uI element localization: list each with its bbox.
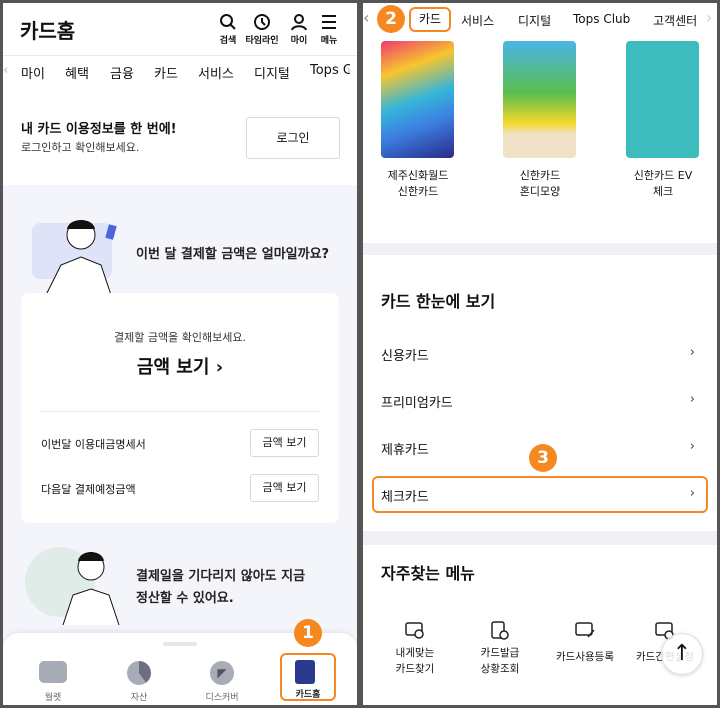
card-image-hondi[interactable] (503, 41, 576, 158)
clock-icon (254, 14, 270, 30)
scroll-left-icon[interactable]: ‹ (363, 8, 369, 27)
left-screen: 카드홈 검색 타임라인 마이 메뉴 ‹ 마이 혜택 금융 카드 서비스 디지털 … (3, 3, 357, 705)
divider (3, 55, 357, 56)
nav-discover[interactable]: 디스커버 (192, 690, 252, 703)
compass-icon: ◤ (210, 661, 234, 685)
card-search-icon (405, 622, 424, 639)
scroll-top-button[interactable]: ↑ (661, 633, 703, 675)
right-screen: ‹ 2 카드 서비스 디지털 Tops Club 고객센터 › 제주신화월드 신한… (363, 3, 717, 705)
menu-icon (322, 15, 336, 29)
statement-amount-button[interactable]: 금액 보기 (250, 429, 319, 457)
login-title: 내 카드 이용정보를 한 번에! (21, 122, 177, 137)
scroll-right-icon[interactable]: › (346, 63, 351, 78)
list-item-check[interactable]: 체크카드 › (381, 486, 699, 505)
scroll-right-icon[interactable]: › (706, 8, 712, 27)
drag-handle[interactable] (163, 642, 197, 646)
timeline-button[interactable]: 타임라인 (242, 13, 282, 46)
step-badge: 1 (294, 619, 322, 647)
settle-text: 결제일을 기다리지 않아도 지금 정산할 수 있어요. (136, 569, 306, 606)
tab-card[interactable]: 카드 (154, 63, 178, 82)
frequent-title: 자주찾는 메뉴 (381, 564, 475, 583)
search-icon (220, 14, 236, 30)
document-search-icon (491, 621, 509, 640)
nav-assets[interactable]: 자산 (109, 690, 169, 703)
card-label[interactable]: 제주신화월드 신한카드 (363, 168, 473, 200)
person-illustration (62, 552, 120, 625)
chevron-right-icon: › (689, 345, 695, 360)
payment-question: 이번 달 결제할 금액은 얼마일까요? (136, 247, 330, 262)
pie-chart-icon (127, 661, 151, 685)
menu-issue-status[interactable]: 카드발급 상황조회 (460, 621, 540, 677)
payment-card: 결제할 금액을 확인해보세요. 금액 보기 › 이번달 이용대금명세서 금액 보… (21, 293, 339, 523)
section-divider (363, 531, 717, 545)
tab-benefit[interactable]: 혜택 (65, 63, 89, 82)
person-illustration (45, 220, 117, 295)
payment-prompt: 결제할 금액을 확인해보세요. (114, 331, 246, 344)
divider (41, 411, 319, 412)
menu-card-register[interactable]: 카드사용등록 (545, 621, 625, 665)
overview-title: 카드 한눈에 보기 (381, 292, 496, 311)
person-icon (291, 14, 307, 31)
menu-find-card[interactable]: 내게맞는 카드찾기 (375, 621, 455, 677)
tab-my[interactable]: 마이 (21, 63, 45, 82)
view-amount-link[interactable]: 금액 보기 › (21, 353, 339, 379)
card-label[interactable]: 신한카드 EV 체크 (608, 168, 717, 200)
nav-wallet[interactable]: 월렛 (23, 690, 83, 703)
scheduled-label: 다음달 결제예정금액 (41, 483, 136, 496)
statement-label: 이번달 이용대금명세서 (41, 438, 146, 451)
chevron-right-icon: › (689, 486, 695, 501)
tab-service[interactable]: 서비스 (198, 63, 234, 82)
login-subtitle: 로그인하고 확인해보세요. (21, 141, 140, 154)
document-icon (295, 660, 315, 684)
tab-tops-club[interactable]: Tops Club (310, 63, 350, 78)
section-divider (363, 243, 717, 255)
list-item-credit[interactable]: 신용카드 › (381, 345, 699, 364)
scroll-left-icon[interactable]: ‹ (3, 63, 8, 78)
wallet-icon (39, 661, 67, 683)
chevron-right-icon: › (689, 439, 695, 454)
tab-card[interactable]: 카드 (409, 7, 451, 32)
chevron-right-icon: › (689, 392, 695, 407)
chevron-right-icon: › (215, 357, 224, 378)
menu-button[interactable]: 메뉴 (309, 13, 349, 46)
card-image-jeju-shinhwa[interactable] (381, 41, 454, 158)
tab-service[interactable]: 서비스 (461, 12, 494, 29)
card-edit-icon (575, 622, 595, 638)
card-label[interactable]: 신한카드 혼디모양 (485, 168, 595, 200)
tab-customer-center[interactable]: 고객센터 (653, 12, 697, 29)
tab-tops-club[interactable]: Tops Club (573, 12, 630, 26)
nav-cardhome[interactable]: 카드홈 (278, 687, 338, 700)
card-image-ev-check[interactable] (626, 41, 699, 158)
tab-finance[interactable]: 금융 (110, 63, 134, 82)
page-title: 카드홈 (20, 19, 76, 43)
login-button[interactable]: 로그인 (246, 117, 340, 159)
step-badge: 2 (377, 5, 405, 33)
arrow-up-icon: ↑ (672, 641, 692, 666)
scheduled-amount-button[interactable]: 금액 보기 (250, 474, 319, 502)
step-badge: 3 (529, 444, 557, 472)
tab-digital[interactable]: 디지털 (518, 12, 551, 29)
tab-digital[interactable]: 디지털 (254, 63, 290, 82)
list-item-premium[interactable]: 프리미엄카드 › (381, 392, 699, 411)
